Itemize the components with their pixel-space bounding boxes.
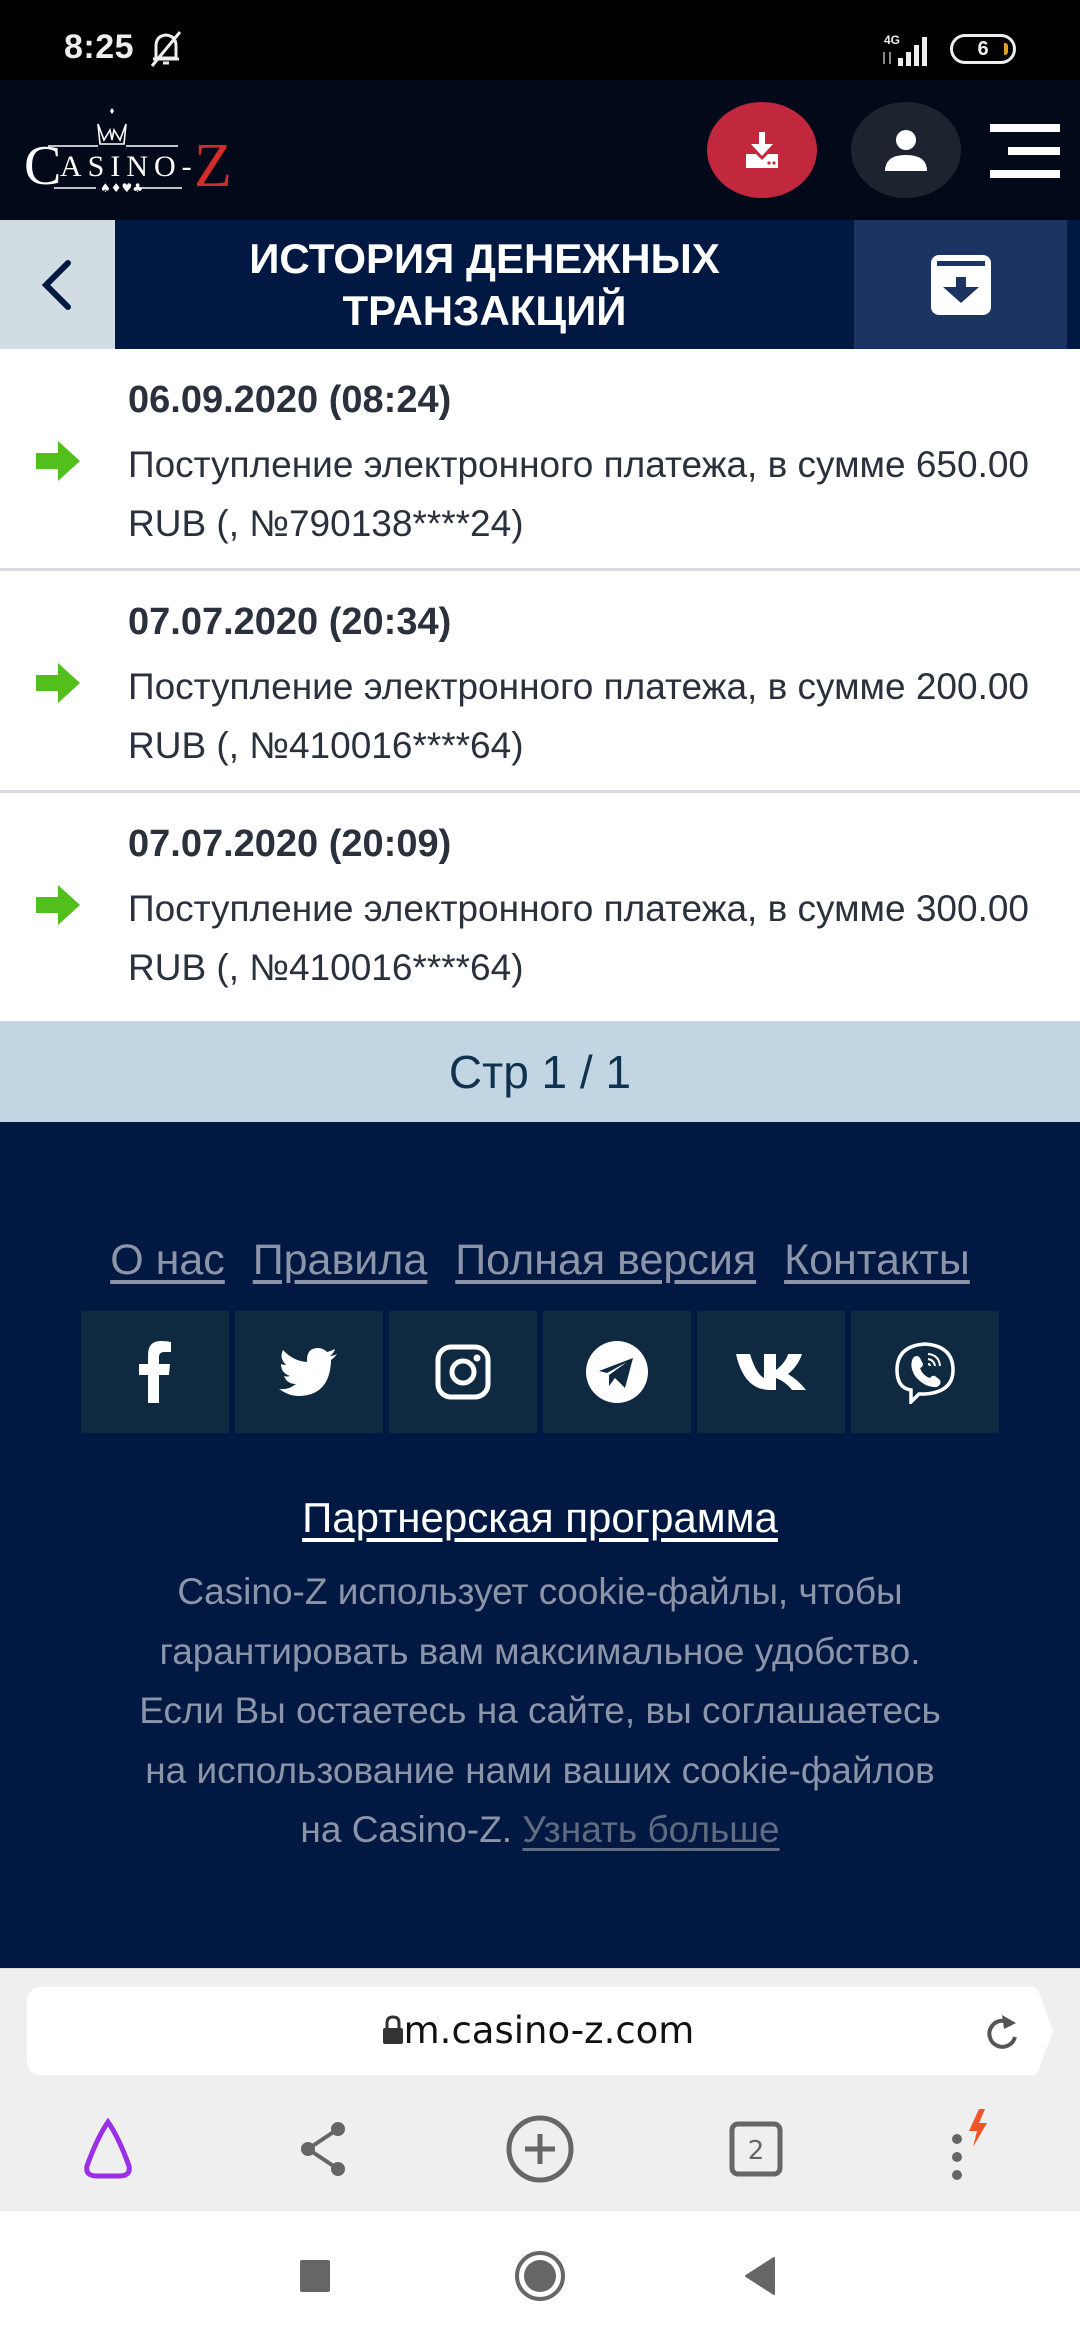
- footer-link-contacts[interactable]: Контакты: [784, 1236, 970, 1284]
- page-title: История денежных транзакций: [249, 234, 720, 334]
- arrow-right-icon: [36, 885, 80, 925]
- transaction-description: Поступление электронного платежа, в сумм…: [128, 666, 1030, 766]
- address-bar[interactable]: m.casino-z.com: [27, 1987, 1027, 2075]
- tab-count: 2: [748, 2136, 765, 2166]
- menu-button[interactable]: [990, 124, 1060, 178]
- social-facebook-button[interactable]: [81, 1311, 229, 1433]
- new-tab-button[interactable]: [495, 2104, 585, 2194]
- browser-toolbar: 2: [0, 2094, 1080, 2204]
- transaction-description: Поступление электронного платежа, в сумм…: [128, 444, 1030, 544]
- more-icon: [952, 2109, 987, 2180]
- back-button[interactable]: [0, 220, 115, 349]
- transaction-date: 07.07.2020 (20:09): [128, 823, 452, 865]
- deposit-button[interactable]: [707, 102, 817, 198]
- hamburger-icon: [990, 124, 1060, 132]
- transaction-date: 07.07.2020 (20:34): [128, 601, 452, 643]
- cookie-notice: Casino-Z использует cookie-файлы, чтобы …: [120, 1562, 960, 1860]
- tabs-button[interactable]: 2: [711, 2104, 801, 2194]
- partner-program: Партнерская программа: [0, 1494, 1080, 1542]
- cookie-learn-more-link[interactable]: Узнать больше: [522, 1809, 779, 1850]
- hamburger-icon-line: [990, 170, 1060, 178]
- hamburger-icon-line: [1008, 147, 1060, 155]
- archive-download-icon: [930, 254, 991, 315]
- footer-link-about[interactable]: О нас: [110, 1236, 225, 1284]
- svg-text:C: C: [24, 135, 61, 196]
- social-twitter-button[interactable]: [235, 1311, 383, 1433]
- system-nav-bar: [0, 2210, 1080, 2340]
- casino-z-logo[interactable]: C ASINO- Z ♠♦♥♣: [18, 106, 238, 196]
- transaction-list: 06.09.2020 (08:24) Поступление электронн…: [0, 349, 1080, 1015]
- status-time: 8:25: [64, 28, 135, 66]
- battery-icon: 6: [950, 34, 1016, 64]
- alice-icon: [84, 2118, 132, 2179]
- viber-icon: [895, 1342, 955, 1404]
- partner-program-link[interactable]: Партнерская программа: [302, 1494, 778, 1541]
- bell-off-icon: [150, 31, 182, 67]
- social-viber-button[interactable]: [851, 1311, 999, 1433]
- pagination: Стр 1 / 1: [0, 1021, 1080, 1122]
- social-vk-button[interactable]: [697, 1311, 845, 1433]
- vk-icon: [736, 1354, 806, 1390]
- address-bar-tip: [1027, 1987, 1053, 2075]
- transaction-date: 06.09.2020 (08:24): [128, 379, 452, 421]
- battery-charge-indicator: [1004, 43, 1008, 55]
- user-icon: [885, 130, 927, 171]
- social-instagram-button[interactable]: [389, 1311, 537, 1433]
- lightning-icon: [969, 2109, 987, 2147]
- network-label: 4G: [884, 33, 900, 47]
- share-icon: [301, 2122, 345, 2176]
- share-button[interactable]: [278, 2104, 368, 2194]
- back-nav-button[interactable]: [725, 2246, 795, 2306]
- twitter-icon: [279, 1348, 337, 1396]
- recents-icon: [300, 2260, 330, 2292]
- instagram-icon: [435, 1344, 491, 1400]
- arrow-right-icon: [36, 441, 80, 481]
- download-icon: [746, 132, 778, 168]
- home-icon: [515, 2251, 565, 2301]
- browser-chrome: m.casino-z.com 2: [0, 1968, 1080, 2210]
- facebook-icon: [139, 1341, 171, 1403]
- svg-text:♠♦♥♣: ♠♦♥♣: [100, 181, 143, 195]
- address-bar-url: m.casino-z.com: [403, 2009, 695, 2052]
- reload-icon[interactable]: [982, 2011, 1022, 2053]
- transaction-description: Поступление электронного платежа, в сумм…: [128, 888, 1030, 988]
- transaction-row: 07.07.2020 (20:09) Поступление электронн…: [0, 793, 1080, 1015]
- footer-link-rules[interactable]: Правила: [253, 1236, 428, 1284]
- page-titlebar: История денежных транзакций: [0, 220, 1080, 349]
- arrow-right-icon: [36, 663, 80, 703]
- back-icon: [745, 2257, 775, 2295]
- more-button[interactable]: [930, 2104, 1020, 2194]
- chevron-left-icon: [41, 259, 71, 310]
- home-button[interactable]: [505, 2246, 575, 2306]
- site-footer: О нас Правила Полная версия Контакты Пар…: [0, 1122, 1080, 1968]
- alice-button[interactable]: [63, 2104, 153, 2194]
- site-header: C ASINO- Z ♠♦♥♣: [0, 80, 1080, 220]
- transaction-row: 07.07.2020 (20:34) Поступление электронн…: [0, 571, 1080, 793]
- social-links: [81, 1311, 999, 1433]
- recents-button[interactable]: [280, 2246, 350, 2306]
- profile-button[interactable]: [851, 102, 961, 198]
- footer-links: О нас Правила Полная версия Контакты: [0, 1236, 1080, 1285]
- footer-link-full-version[interactable]: Полная версия: [455, 1236, 756, 1284]
- svg-text:ASINO-: ASINO-: [60, 150, 198, 183]
- svg-text:Z: Z: [194, 132, 232, 196]
- tabs-icon: 2: [729, 2121, 783, 2177]
- new-tab-icon: [506, 2115, 574, 2183]
- archive-button[interactable]: [854, 220, 1067, 349]
- transaction-row: 06.09.2020 (08:24) Поступление электронн…: [0, 349, 1080, 571]
- status-bar: 8:25 4G 6: [0, 0, 1080, 80]
- telegram-icon: [586, 1341, 648, 1403]
- social-telegram-button[interactable]: [543, 1311, 691, 1433]
- signal-icon: 4G: [883, 33, 927, 66]
